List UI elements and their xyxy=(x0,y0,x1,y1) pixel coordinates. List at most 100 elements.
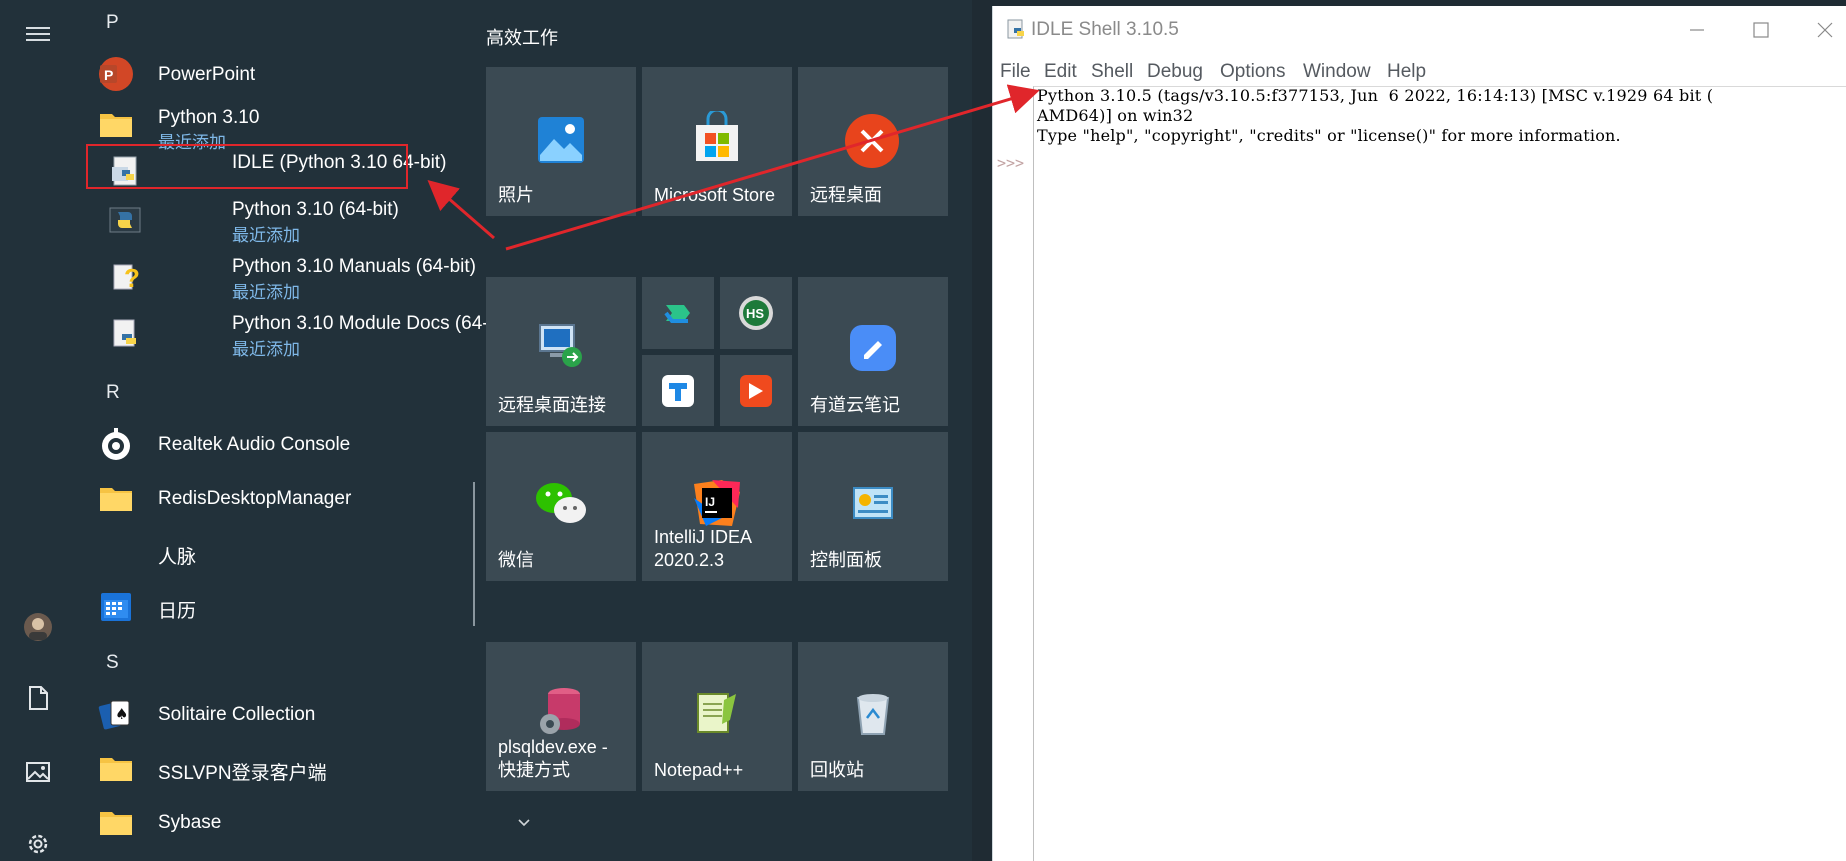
documents-icon[interactable] xyxy=(16,676,60,720)
app-python[interactable]: Python 3.10 (64-bit) 最近添加 xyxy=(100,194,540,250)
tile-small-app-1[interactable] xyxy=(642,277,714,349)
tile-plsqldev[interactable]: plsqldev.exe - 快捷方式 xyxy=(486,642,636,791)
shell-output-line: Python 3.10.5 (tags/v3.10.5:f377153, Jun… xyxy=(1037,86,1714,105)
letter-header-r[interactable]: R xyxy=(106,382,120,404)
menu-edit[interactable]: Edit xyxy=(1044,61,1077,83)
tile-intellij[interactable]: IJ IntelliJ IDEA 2020.2.3 xyxy=(642,432,792,581)
tile-label: 有道云笔记 xyxy=(810,395,900,415)
app-powerpoint[interactable]: P PowerPoint xyxy=(90,50,540,98)
hs-logo-icon: HS xyxy=(739,296,773,330)
menu-window[interactable]: Window xyxy=(1303,61,1371,83)
realtek-audio-icon xyxy=(98,426,134,462)
tile-label: IntelliJ IDEA 2020.2.3 xyxy=(654,527,753,570)
tile-label: 微信 xyxy=(498,550,534,570)
app-solitaire[interactable]: ♠ Solitaire Collection xyxy=(90,690,540,738)
app-label: Python 3.10 Manuals (64-bit) xyxy=(232,256,476,277)
remote-desktop-icon xyxy=(845,114,899,168)
recently-added-label: 最近添加 xyxy=(232,340,300,359)
app-list: P P PowerPoint Python 3.10 最近添加 IDLE (Py… xyxy=(76,0,530,861)
folder-label: Python 3.10 xyxy=(158,107,260,128)
app-folder-sybase[interactable]: Sybase xyxy=(90,798,540,846)
tile-wechat[interactable]: 微信 xyxy=(486,432,636,581)
app-python-module-docs[interactable]: Python 3.10 Module Docs (64-bit) 最近添加 xyxy=(100,308,540,364)
shell-prompt: >>> xyxy=(997,154,1025,172)
app-label: PowerPoint xyxy=(158,64,256,85)
recently-added-label: 最近添加 xyxy=(232,226,300,245)
tile-small-app-3[interactable] xyxy=(642,355,714,426)
folder-icon xyxy=(98,480,134,516)
green-blue-s-icon xyxy=(664,305,690,323)
menu-debug[interactable]: Debug xyxy=(1147,61,1203,83)
tile-small-app-2[interactable]: HS xyxy=(720,277,792,349)
folder-label: Sybase xyxy=(158,812,222,833)
idle-app-icon xyxy=(1007,19,1024,39)
python-icon xyxy=(108,202,144,238)
menu-options[interactable]: Options xyxy=(1220,61,1285,83)
app-label: Python 3.10 (64-bit) xyxy=(232,199,399,220)
svg-text:IJ: IJ xyxy=(705,495,715,509)
shell-output-line: Type "help", "copyright", "credits" or "… xyxy=(1037,126,1621,145)
app-label: 人脉 xyxy=(158,547,197,568)
blue-t-app-icon xyxy=(662,375,694,407)
hamburger-menu-icon[interactable] xyxy=(16,12,60,56)
store-bag-icon xyxy=(696,111,738,161)
title-bar[interactable]: IDLE Shell 3.10.5 xyxy=(993,6,1846,50)
svg-text:?: ? xyxy=(124,263,140,293)
folder-label: SSLVPN登录客户端 xyxy=(158,763,327,784)
tile-label: 控制面板 xyxy=(810,550,882,570)
orange-play-app-icon xyxy=(740,375,772,407)
tile-group-title[interactable]: 高效工作 xyxy=(486,24,558,50)
app-folder-sslvpn[interactable]: SSLVPN登录客户端 xyxy=(90,744,540,792)
start-rail xyxy=(0,0,76,861)
folder-icon xyxy=(98,106,134,142)
tile-microsoft-store[interactable]: Microsoft Store xyxy=(642,67,792,216)
solitaire-cards-icon: ♠ xyxy=(98,696,134,732)
control-panel-icon xyxy=(853,487,893,519)
menu-help[interactable]: Help xyxy=(1387,61,1426,83)
app-list-scrollbar[interactable] xyxy=(473,482,475,626)
app-label: Python 3.10 Module Docs (64-bit) xyxy=(232,313,516,334)
tile-remote-desktop[interactable]: 远程桌面 xyxy=(798,67,948,216)
letter-header-s[interactable]: S xyxy=(106,652,119,674)
app-label: Solitaire Collection xyxy=(158,704,316,725)
menu-file[interactable]: File xyxy=(1000,61,1031,83)
tile-label: 照片 xyxy=(498,185,534,205)
svg-text:♠: ♠ xyxy=(115,705,128,723)
tile-control-panel[interactable]: 控制面板 xyxy=(798,432,948,581)
folder-icon xyxy=(98,804,134,840)
close-icon[interactable] xyxy=(1815,20,1835,40)
shell-gutter: >>> xyxy=(993,86,1033,861)
tile-recycle-bin[interactable]: 回收站 xyxy=(798,642,948,791)
start-menu: P P PowerPoint Python 3.10 最近添加 IDLE (Py… xyxy=(0,0,972,861)
shell-text-area[interactable] xyxy=(1033,86,1846,861)
pictures-icon[interactable] xyxy=(16,750,60,794)
tile-area: 高效工作 照片 Microsoft Store 远程桌面 远程桌面连接 HS 有… xyxy=(486,0,972,861)
menu-shell[interactable]: Shell xyxy=(1091,61,1133,83)
window-title: IDLE Shell 3.10.5 xyxy=(1031,19,1179,40)
photos-icon xyxy=(538,117,584,163)
settings-gear-icon[interactable] xyxy=(16,822,60,861)
letter-header-p[interactable]: P xyxy=(106,12,119,34)
help-manual-icon: ? xyxy=(108,259,144,295)
recently-added-label: 最近添加 xyxy=(232,283,300,302)
tile-remote-desktop-connection[interactable]: 远程桌面连接 xyxy=(486,277,636,426)
minimize-icon[interactable] xyxy=(1687,20,1707,40)
app-python-manuals[interactable]: ? Python 3.10 Manuals (64-bit) 最近添加 xyxy=(100,251,540,307)
folder-icon xyxy=(98,750,134,786)
tile-label: 回收站 xyxy=(810,760,864,780)
intellij-idea-icon: IJ xyxy=(694,480,740,526)
calendar-icon xyxy=(98,588,134,624)
powerpoint-icon: P xyxy=(98,56,134,92)
tile-label: Microsoft Store xyxy=(654,185,776,205)
user-avatar[interactable] xyxy=(16,605,60,649)
tile-youdao-note[interactable]: 有道云笔记 xyxy=(798,277,948,426)
app-realtek[interactable]: Realtek Audio Console xyxy=(90,420,540,468)
tile-small-app-4[interactable] xyxy=(720,355,792,426)
youdao-note-icon xyxy=(850,325,896,371)
app-folder-python[interactable]: Python 3.10 最近添加 xyxy=(90,100,540,152)
svg-text:P: P xyxy=(104,67,113,83)
tile-notepad-plus-plus[interactable]: Notepad++ xyxy=(642,642,792,791)
maximize-icon[interactable] xyxy=(1751,20,1771,40)
module-docs-icon xyxy=(108,316,144,352)
tile-photos[interactable]: 照片 xyxy=(486,67,636,216)
